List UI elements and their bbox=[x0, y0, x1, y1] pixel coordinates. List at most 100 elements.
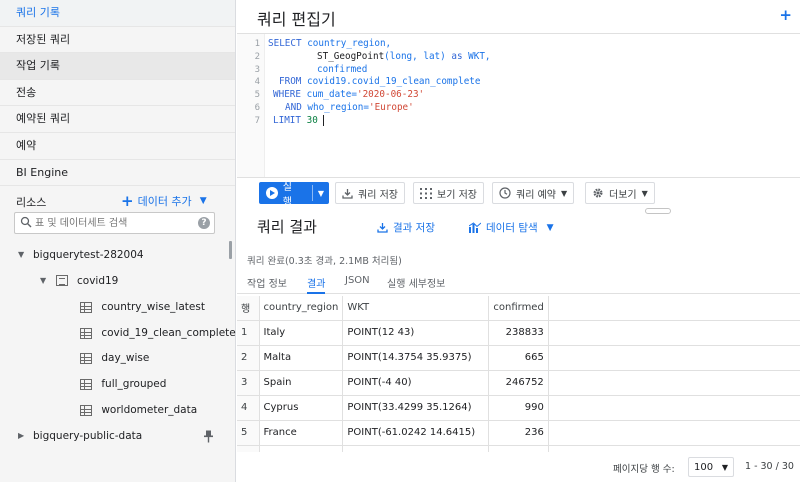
sql-identifier: covid19.covid_19_clean_complete bbox=[301, 76, 481, 88]
caret-down-icon: ▼ bbox=[199, 196, 207, 206]
code-line: LIMIT 30 bbox=[273, 114, 325, 128]
sql-keyword: FROM bbox=[279, 76, 302, 88]
sql-string: '2020-06-23' bbox=[356, 89, 425, 101]
pin-icon[interactable] bbox=[203, 430, 214, 443]
table-row: 2 Malta POINT(14.3754 35.9375) 665 bbox=[237, 345, 800, 371]
save-results-label: 결과 저장 bbox=[393, 222, 435, 234]
sql-number: 30 bbox=[301, 114, 324, 126]
cell-wkt: POINT(14.3754 35.9375) bbox=[342, 345, 490, 371]
nav-reservations[interactable]: 예약 bbox=[0, 133, 235, 160]
new-query-plus-icon[interactable]: + bbox=[779, 6, 792, 24]
tab-execution-details[interactable]: 실행 세부정보 bbox=[387, 275, 445, 294]
save-query-button[interactable]: 쿼리 저장 bbox=[335, 182, 405, 204]
resource-search-input[interactable] bbox=[35, 215, 195, 231]
table-icon bbox=[80, 404, 92, 416]
nav-saved-queries[interactable]: 저장된 쿼리 bbox=[0, 27, 235, 54]
caret-down-icon: ▼ bbox=[721, 462, 728, 472]
cell-wkt: POINT(-61.0242 14.6415) bbox=[342, 420, 490, 446]
caret-down-icon: ▼ bbox=[546, 222, 554, 233]
sql-identifier: who_region= bbox=[301, 102, 369, 113]
tree-table-row[interactable]: day_wise bbox=[80, 349, 149, 367]
cell-confirmed: 665 bbox=[488, 345, 549, 371]
plus-icon: + bbox=[121, 192, 134, 210]
table-name: worldometer_data bbox=[101, 404, 198, 416]
column-header-country-region[interactable]: country_region bbox=[259, 296, 344, 321]
save-query-label: 쿼리 저장 bbox=[358, 189, 398, 201]
add-data-button[interactable]: + 데이터 추가 ▼ bbox=[121, 193, 207, 209]
sql-identifier: cum_date= bbox=[301, 89, 357, 101]
code-line: ST_GeogPoint(long, lat) as WKT, bbox=[317, 51, 491, 64]
schedule-query-button[interactable]: 쿼리 예약 ▼ bbox=[492, 182, 575, 204]
tab-json[interactable]: JSON bbox=[345, 275, 370, 294]
add-data-label: 데이터 추가 bbox=[137, 195, 192, 208]
nav-bi-engine[interactable]: BI Engine bbox=[0, 160, 235, 187]
code-line: SELECT country_region, bbox=[268, 38, 391, 51]
sql-identifier: country_region, bbox=[301, 38, 392, 49]
line-number: 1 bbox=[254, 39, 260, 49]
explore-data-button[interactable]: 데이터 탐색 ▼ bbox=[469, 220, 554, 235]
row-filler bbox=[548, 320, 800, 346]
code-line: AND who_region='Europe' bbox=[285, 102, 414, 115]
nav-scheduled-queries[interactable]: 예약된 쿼리 bbox=[0, 106, 235, 133]
grid-icon bbox=[420, 187, 432, 199]
line-number: 3 bbox=[254, 64, 260, 75]
expand-caret-icon[interactable]: ▼ bbox=[18, 246, 24, 264]
page-range: 1 - 30 / 30 bbox=[745, 461, 794, 472]
download-icon bbox=[342, 188, 353, 199]
sql-editor[interactable]: 1 2 3 4 5 6 7 SELECT country_region, ST_… bbox=[237, 33, 800, 178]
sql-keyword: AND bbox=[285, 102, 302, 113]
tab-job-info[interactable]: 작업 정보 bbox=[247, 275, 287, 294]
sql-args: (long, lat) bbox=[384, 50, 446, 62]
cell-wkt: POINT(33.4299 35.1264) bbox=[342, 395, 490, 421]
resources-header: 리소스 + 데이터 추가 ▼ bbox=[0, 190, 236, 212]
table-row: 1 Italy POINT(12 43) 238833 bbox=[237, 320, 800, 346]
cell-country-region: Cyprus bbox=[259, 395, 344, 421]
row-number: 5 bbox=[237, 420, 260, 446]
cell-wkt: POINT(12 43) bbox=[342, 320, 490, 346]
column-header-confirmed[interactable]: confirmed bbox=[488, 296, 549, 321]
caret-down-icon[interactable]: ▼ bbox=[318, 189, 324, 198]
run-button[interactable]: 실행 ▼ bbox=[259, 182, 329, 208]
sidebar: 쿼리 기록 저장된 쿼리 작업 기록 전송 예약된 쿼리 예약 BI Engin… bbox=[0, 0, 236, 482]
tree-table-row[interactable]: worldometer_data bbox=[80, 401, 197, 419]
table-name: covid_19_clean_complete bbox=[101, 327, 236, 339]
line-number-gutter: 1 2 3 4 5 6 7 bbox=[237, 34, 265, 177]
nav-transfers[interactable]: 전송 bbox=[0, 80, 235, 107]
run-divider bbox=[311, 185, 313, 201]
tree-table-row[interactable]: covid_19_clean_complete bbox=[80, 324, 236, 342]
sidebar-scrollbar[interactable] bbox=[229, 241, 232, 259]
help-icon[interactable]: ? bbox=[198, 217, 210, 229]
cell-country-region: France bbox=[259, 420, 344, 446]
explore-data-label: 데이터 탐색 bbox=[486, 222, 538, 234]
table-row: 5 France POINT(-61.0242 14.6415) 236 bbox=[237, 420, 800, 446]
line-number: 6 bbox=[254, 103, 260, 113]
expand-caret-right-icon[interactable]: ▶ bbox=[18, 427, 24, 445]
save-view-button[interactable]: 보기 저장 bbox=[413, 182, 484, 204]
tree-table-row[interactable]: full_grouped bbox=[80, 375, 166, 393]
tree-table-row[interactable]: country_wise_latest bbox=[80, 298, 205, 316]
pagination-bar: 페이지당 행 수: 100 ▼ 1 - 30 / 30 bbox=[237, 452, 800, 482]
line-number: 2 bbox=[254, 51, 260, 62]
cell-country-region: Spain bbox=[259, 370, 344, 396]
row-filler bbox=[548, 420, 800, 446]
nav-query-history[interactable]: 쿼리 기록 bbox=[0, 0, 235, 27]
line-number: 5 bbox=[254, 90, 260, 101]
editor-toolbar: 실행 ▼ 쿼리 저장 보기 저장 쿼리 예약 ▼ 더보기 ▼ bbox=[237, 180, 800, 208]
save-results-button[interactable]: 결과 저장 bbox=[377, 220, 435, 235]
resources-label: 리소스 bbox=[16, 196, 47, 209]
row-number: 1 bbox=[237, 320, 260, 346]
cell-confirmed: 990 bbox=[488, 395, 549, 421]
expand-caret-icon[interactable]: ▼ bbox=[40, 272, 46, 290]
results-title: 쿼리 결과 bbox=[257, 218, 317, 236]
resource-search-box: ? bbox=[14, 212, 215, 234]
clock-icon bbox=[499, 187, 511, 199]
nav-job-history[interactable]: 작업 기록 bbox=[0, 53, 235, 80]
line-number: 4 bbox=[254, 77, 260, 88]
editor-resize-handle[interactable] bbox=[645, 208, 671, 214]
rows-per-page-select[interactable]: 100 ▼ bbox=[688, 457, 734, 477]
more-label: 더보기 bbox=[609, 189, 637, 201]
more-button[interactable]: 더보기 ▼ bbox=[585, 182, 655, 204]
column-header-wkt[interactable]: WKT bbox=[342, 296, 490, 321]
table-icon bbox=[80, 327, 92, 339]
tab-results[interactable]: 결과 bbox=[307, 275, 326, 294]
